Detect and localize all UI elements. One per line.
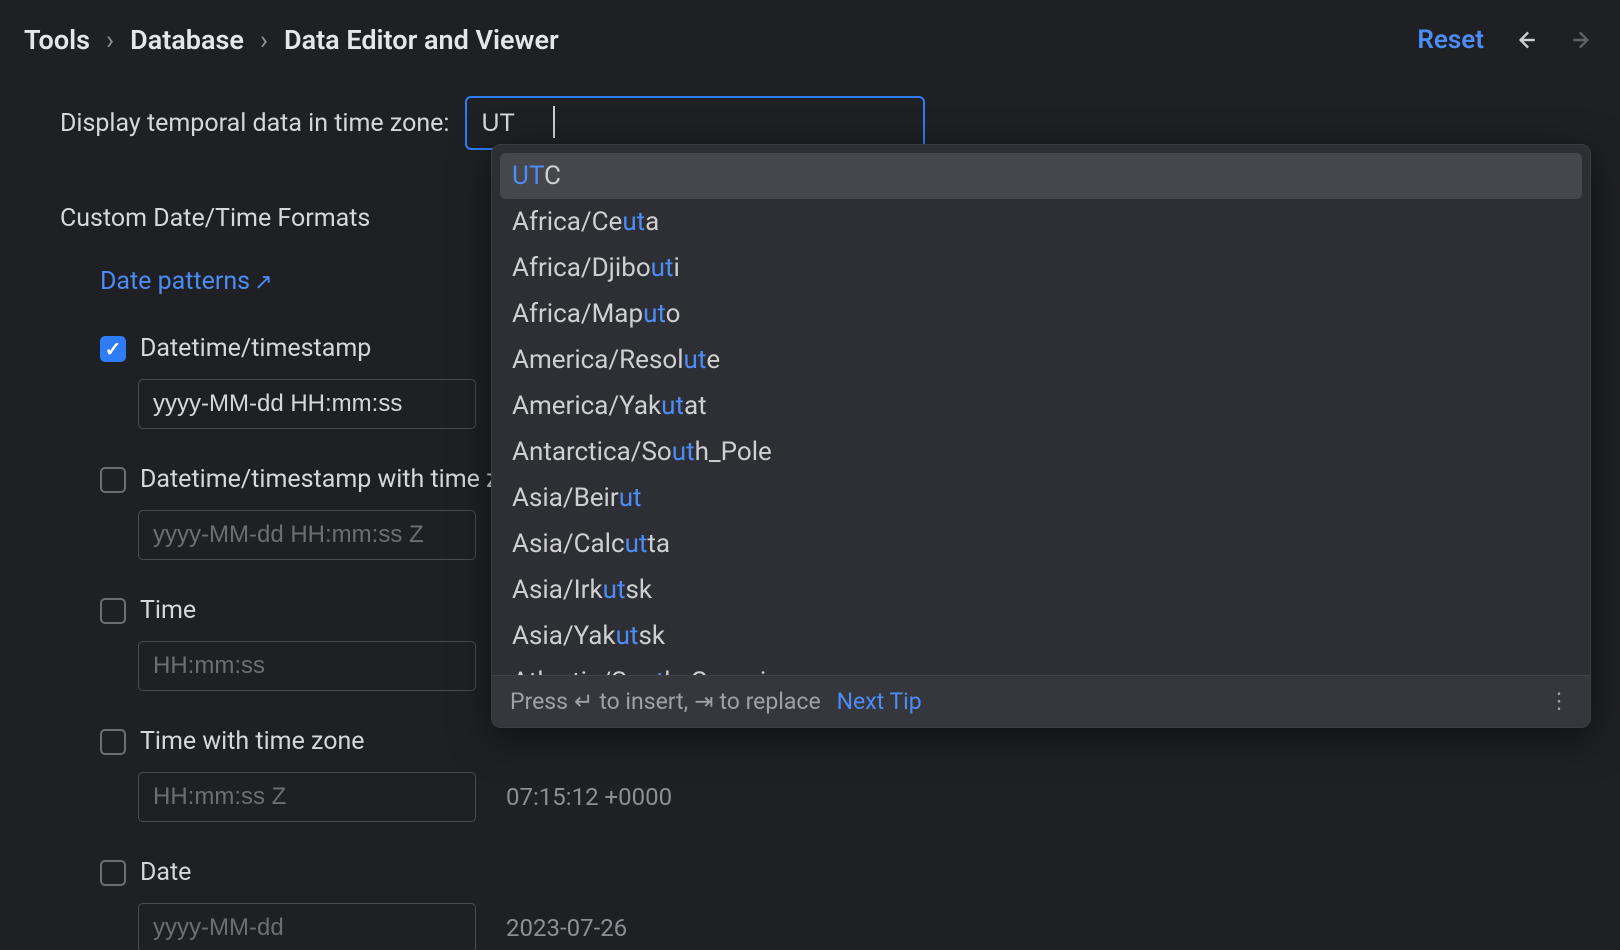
date-check-row: Date (100, 858, 1560, 887)
timez-label: Time with time zone (140, 727, 365, 756)
autocomplete-item[interactable]: Africa/Maputo (500, 291, 1582, 337)
footer-hint: Press ↵ to insert, ⇥ to replace Next Tip (510, 688, 922, 715)
hint-text-b: to insert, (599, 688, 688, 715)
external-link-icon: ↗ (254, 270, 272, 295)
autocomplete-item[interactable]: Atlantic/South_Georgia (500, 659, 1582, 675)
text-caret (553, 106, 555, 138)
date-checkbox[interactable] (100, 860, 126, 886)
breadcrumb: Tools › Database › Data Editor and Viewe… (24, 24, 559, 56)
datetimez-checkbox[interactable] (100, 467, 126, 493)
autocomplete-item[interactable]: Africa/Ceuta (500, 199, 1582, 245)
autocomplete-item[interactable]: Asia/Beirut (500, 475, 1582, 521)
more-icon[interactable]: ⋮ (1548, 689, 1572, 714)
forward-button (1568, 26, 1596, 54)
autocomplete-item[interactable]: America/Yakutat (500, 383, 1582, 429)
datetimez-format-input[interactable] (138, 510, 476, 560)
timez-check-row: Time with time zone (100, 727, 1560, 756)
timezone-input[interactable] (465, 96, 925, 150)
reset-button[interactable]: Reset (1417, 25, 1484, 55)
tab-key-icon: ⇥ (694, 688, 713, 715)
timezone-input-wrap (465, 96, 925, 150)
autocomplete-item[interactable]: Asia/Calcutta (500, 521, 1582, 567)
header-actions: Reset (1417, 25, 1596, 55)
date-format-row: 2023-07-26 (100, 903, 1560, 950)
enter-key-icon: ↵ (574, 688, 593, 715)
timez-format-row: 07:15:12 +0000 (100, 772, 1560, 822)
autocomplete-footer: Press ↵ to insert, ⇥ to replace Next Tip… (492, 675, 1590, 727)
timezone-row: Display temporal data in time zone: (60, 96, 1560, 150)
autocomplete-item[interactable]: Antarctica/South_Pole (500, 429, 1582, 475)
autocomplete-item[interactable]: Africa/Djibouti (500, 245, 1582, 291)
autocomplete-item[interactable]: America/Resolute (500, 337, 1582, 383)
header: Tools › Database › Data Editor and Viewe… (20, 24, 1600, 56)
autocomplete-item[interactable]: Asia/Yakutsk (500, 613, 1582, 659)
datetime-label: Datetime/timestamp (140, 334, 371, 363)
hint-text-a: Press (510, 688, 568, 715)
datetimez-label: Datetime/timestamp with time zone (140, 465, 540, 494)
timez-checkbox[interactable] (100, 729, 126, 755)
arrow-left-icon (1513, 27, 1539, 53)
next-tip-link[interactable]: Next Tip (837, 688, 922, 715)
time-format-input[interactable] (138, 641, 476, 691)
datetime-checkbox[interactable] (100, 336, 126, 362)
timez-format-input[interactable] (138, 772, 476, 822)
autocomplete-item[interactable]: Asia/Irkutsk (500, 567, 1582, 613)
timezone-label: Display temporal data in time zone: (60, 109, 449, 138)
date-patterns-link[interactable]: Date patterns (100, 267, 250, 296)
crumb-database[interactable]: Database (130, 24, 244, 56)
autocomplete-item[interactable]: UTC (500, 153, 1582, 199)
datetime-format-input[interactable] (138, 379, 476, 429)
date-preview: 2023-07-26 (506, 914, 627, 942)
time-checkbox[interactable] (100, 598, 126, 624)
back-button[interactable] (1512, 26, 1540, 54)
autocomplete-list: UTCAfrica/CeutaAfrica/DjiboutiAfrica/Map… (492, 145, 1590, 675)
hint-text-c: to replace (719, 688, 820, 715)
chevron-right-icon: › (106, 24, 114, 56)
date-format-input[interactable] (138, 903, 476, 950)
date-label: Date (140, 858, 191, 887)
crumb-tools[interactable]: Tools (24, 24, 90, 56)
chevron-right-icon: › (260, 24, 268, 56)
time-label: Time (140, 596, 196, 625)
timez-preview: 07:15:12 +0000 (506, 783, 672, 811)
timezone-autocomplete: UTCAfrica/CeutaAfrica/DjiboutiAfrica/Map… (491, 144, 1591, 728)
arrow-right-icon (1569, 27, 1595, 53)
crumb-current: Data Editor and Viewer (284, 24, 559, 56)
